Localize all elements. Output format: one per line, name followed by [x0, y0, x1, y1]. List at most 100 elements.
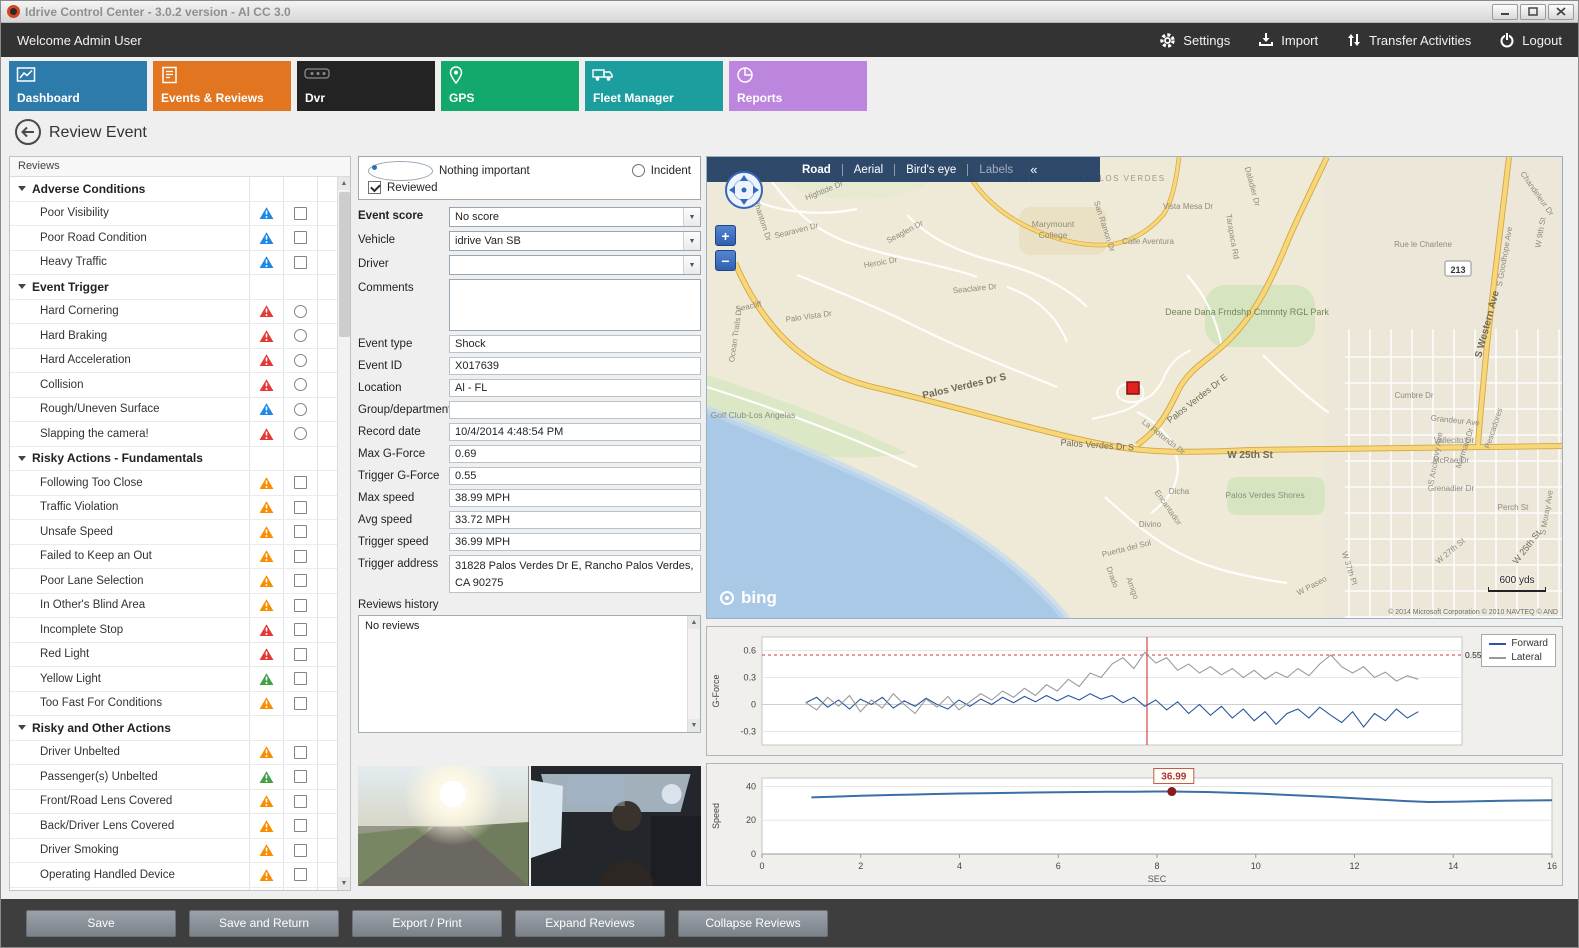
- review-checkbox[interactable]: [294, 550, 307, 563]
- review-checkbox[interactable]: [294, 844, 307, 857]
- reviews-history-list[interactable]: No reviews ▲ ▼: [358, 615, 701, 733]
- review-checkbox[interactable]: [294, 525, 307, 538]
- field-trigger-g-force[interactable]: 0.55: [449, 467, 701, 485]
- review-checkbox[interactable]: [294, 476, 307, 489]
- reviews-scrollbar[interactable]: ▲ ▼: [337, 177, 350, 890]
- review-checkbox[interactable]: [294, 672, 307, 685]
- nothing-important-radio[interactable]: [368, 161, 433, 181]
- review-item[interactable]: Hard Braking: [10, 324, 337, 349]
- field-driver[interactable]: ▼: [449, 255, 701, 275]
- review-category[interactable]: Risky Actions - Fundamentals: [10, 447, 337, 472]
- review-item[interactable]: Red Light: [10, 643, 337, 668]
- review-item[interactable]: Incomplete Stop: [10, 618, 337, 643]
- tab-dashboard[interactable]: Dashboard: [9, 61, 147, 111]
- field-trigger-speed[interactable]: 36.99 MPH: [449, 533, 701, 551]
- review-item[interactable]: Poor Visibility: [10, 202, 337, 227]
- maximize-button[interactable]: [1520, 4, 1546, 20]
- field-max-speed[interactable]: 38.99 MPH: [449, 489, 701, 507]
- review-checkbox[interactable]: [294, 207, 307, 220]
- review-item[interactable]: Yellow Light: [10, 667, 337, 692]
- review-item[interactable]: Driver Smoking: [10, 839, 337, 864]
- scrollbar-thumb[interactable]: [339, 192, 350, 337]
- incident-radio[interactable]: [632, 164, 645, 177]
- save-and-return-button[interactable]: Save and Return: [189, 910, 339, 937]
- map-compass-control[interactable]: [724, 170, 764, 213]
- map-toolbar-collapse-button[interactable]: «: [1030, 162, 1037, 177]
- cabin-camera-video[interactable]: [531, 766, 702, 886]
- front-camera-video[interactable]: [358, 766, 529, 886]
- scroll-down-icon[interactable]: ▼: [338, 877, 350, 890]
- review-item[interactable]: Driver Unbelted: [10, 741, 337, 766]
- scroll-up-icon[interactable]: ▲: [688, 616, 700, 629]
- history-scrollbar[interactable]: ▲ ▼: [687, 616, 700, 732]
- review-checkbox[interactable]: [294, 231, 307, 244]
- field-event-id[interactable]: X017639: [449, 357, 701, 375]
- review-item[interactable]: Failed to Keep an Out: [10, 545, 337, 570]
- review-item[interactable]: Slapping the camera!: [10, 422, 337, 447]
- field-record-date[interactable]: 10/4/2014 4:48:54 PM: [449, 423, 701, 441]
- review-checkbox[interactable]: [294, 599, 307, 612]
- review-checkbox[interactable]: [294, 770, 307, 783]
- review-item[interactable]: Heavy Traffic: [10, 251, 337, 276]
- review-radio[interactable]: [294, 403, 307, 416]
- review-checkbox[interactable]: [294, 819, 307, 832]
- field-event-score[interactable]: No score▼: [449, 207, 701, 227]
- review-checkbox[interactable]: [294, 648, 307, 661]
- review-checkbox[interactable]: [294, 574, 307, 587]
- review-item[interactable]: In Other's Blind Area: [10, 594, 337, 619]
- collapse-reviews-button[interactable]: Collapse Reviews: [678, 910, 828, 937]
- field-location[interactable]: Al - FL: [449, 379, 701, 397]
- settings-button[interactable]: Settings: [1159, 32, 1230, 49]
- field-vehicle[interactable]: idrive Van SB▼: [449, 231, 701, 251]
- review-item[interactable]: Rough/Uneven Surface: [10, 398, 337, 423]
- review-item[interactable]: Poor Road Condition: [10, 226, 337, 251]
- review-checkbox[interactable]: [294, 501, 307, 514]
- close-button[interactable]: [1548, 4, 1574, 20]
- review-item[interactable]: Operating Handled Device: [10, 863, 337, 888]
- tab-reports[interactable]: Reports: [729, 61, 867, 111]
- review-radio[interactable]: [294, 329, 307, 342]
- scroll-up-icon[interactable]: ▲: [338, 177, 350, 190]
- map-canvas[interactable]: EAST RANCHO PALOS VERDESDaladier DrMarym…: [707, 157, 1563, 619]
- tab-gps[interactable]: GPS: [441, 61, 579, 111]
- chevron-down-icon[interactable]: ▼: [683, 256, 700, 274]
- review-item[interactable]: Hard Cornering: [10, 300, 337, 325]
- review-item[interactable]: Hard Acceleration: [10, 349, 337, 374]
- review-item[interactable]: Passenger(s) Unbelted: [10, 765, 337, 790]
- import-button[interactable]: Import: [1258, 32, 1318, 48]
- back-button[interactable]: [15, 119, 41, 145]
- review-radio[interactable]: [294, 427, 307, 440]
- map[interactable]: Road Aerial Bird's eye Labels « + −: [706, 156, 1563, 619]
- logout-button[interactable]: Logout: [1499, 32, 1562, 48]
- review-item[interactable]: Front/Road Lens Covered: [10, 790, 337, 815]
- collapse-arrow-icon[interactable]: [18, 725, 26, 730]
- expand-reviews-button[interactable]: Expand Reviews: [515, 910, 665, 937]
- tab-fleet-manager[interactable]: Fleet Manager: [585, 61, 723, 111]
- map-mode-labels[interactable]: Labels: [979, 164, 1013, 176]
- field-event-type[interactable]: Shock: [449, 335, 701, 353]
- field-group-department[interactable]: [449, 401, 701, 419]
- review-item[interactable]: Collision: [10, 373, 337, 398]
- field-trigger-address[interactable]: 31828 Palos Verdes Dr E, Rancho Palos Ve…: [449, 555, 701, 593]
- field-avg-speed[interactable]: 33.72 MPH: [449, 511, 701, 529]
- field-max-g-force[interactable]: 0.69: [449, 445, 701, 463]
- zoom-out-button[interactable]: −: [715, 250, 736, 271]
- map-mode-road[interactable]: Road: [802, 164, 831, 176]
- event-location-marker[interactable]: [1127, 382, 1139, 394]
- export-print-button[interactable]: Export / Print: [352, 910, 502, 937]
- transfer-activities-button[interactable]: Transfer Activities: [1346, 32, 1471, 48]
- review-radio[interactable]: [294, 305, 307, 318]
- scroll-down-icon[interactable]: ▼: [688, 719, 700, 732]
- review-item[interactable]: Unsafe Speed: [10, 520, 337, 545]
- review-category[interactable]: Risky and Other Actions: [10, 716, 337, 741]
- collapse-arrow-icon[interactable]: [18, 186, 26, 191]
- minimize-button[interactable]: [1492, 4, 1518, 20]
- tab-dvr[interactable]: Dvr: [297, 61, 435, 111]
- review-checkbox[interactable]: [294, 746, 307, 759]
- review-item[interactable]: Back/Driver Lens Covered: [10, 814, 337, 839]
- chevron-down-icon[interactable]: ▼: [683, 208, 700, 226]
- review-item[interactable]: Too Fast For Conditions: [10, 692, 337, 717]
- review-category[interactable]: Adverse Conditions: [10, 177, 337, 202]
- field-comments[interactable]: [449, 279, 701, 331]
- review-checkbox[interactable]: [294, 256, 307, 269]
